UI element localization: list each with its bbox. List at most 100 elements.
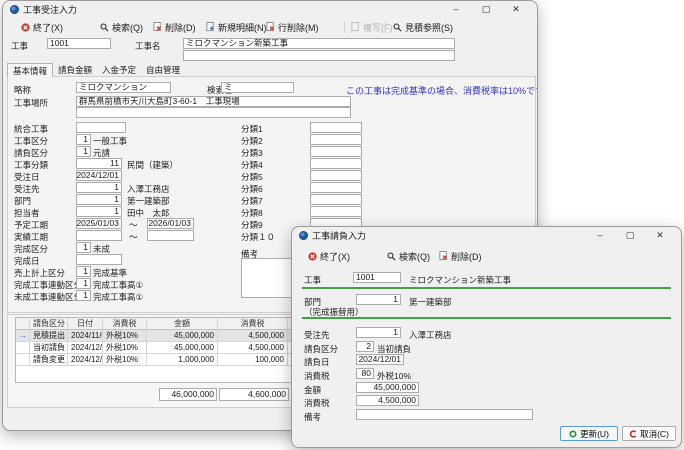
close-icon[interactable]: ✕ — [501, 2, 531, 17]
person-input[interactable]: 1 — [76, 206, 122, 217]
customer-input[interactable]: 1 — [356, 327, 401, 338]
delete-button[interactable]: 削除(D) — [439, 248, 482, 264]
field-label: 売上計上区分 — [14, 268, 66, 278]
category-label: 分類9 — [241, 220, 263, 230]
location-input[interactable]: 群馬県前橋市天川大島町3-60-1 工事現場 — [76, 96, 351, 107]
tab-free-management[interactable]: 自由管理 — [141, 63, 185, 77]
contract-date-input[interactable]: 2024/12/01 — [356, 354, 404, 365]
tab-deposit-schedule[interactable]: 入金予定 — [97, 63, 141, 77]
order-date-input[interactable]: 2024/12/01 — [76, 170, 122, 181]
exit-icon — [21, 22, 30, 32]
field-value-text: 完成工事高① — [93, 292, 144, 302]
field-label: 実績工期 — [14, 232, 49, 242]
completion-date-input[interactable] — [76, 254, 122, 265]
category-2-input[interactable] — [310, 134, 362, 145]
cancel-button[interactable]: 取消(C) — [622, 426, 676, 441]
delete-button[interactable]: 削除(D) — [153, 19, 196, 35]
search-button[interactable]: 検索(Q) — [100, 19, 143, 35]
completed-link-type-input[interactable]: 1 — [76, 278, 91, 289]
project-code-input[interactable]: 1001 — [47, 38, 111, 49]
sales-recording-type-input[interactable]: 1 — [76, 266, 91, 277]
minimize-icon[interactable]: – — [441, 2, 471, 17]
maximize-icon[interactable]: ▢ — [471, 2, 501, 17]
table-cell: 2024/11/01 — [68, 330, 103, 342]
contract-type-input[interactable]: 1 — [76, 146, 91, 157]
field-value-text: 一般工事 — [93, 136, 128, 146]
project-name-input[interactable]: ミロクマンション新築工事 — [183, 38, 455, 49]
estimate-ref-button[interactable]: 見積参照(S) — [393, 19, 453, 35]
category-3-input[interactable] — [310, 146, 362, 157]
search-button[interactable]: 検索(Q) — [387, 248, 430, 264]
remarks-label: 備考 — [304, 412, 322, 422]
update-icon — [569, 429, 577, 438]
desktop: 工事受注入力 – ▢ ✕ 終了(X) 検索(Q) 削除(D) 新規明細(N) 行… — [0, 0, 684, 450]
category-label: 分類8 — [241, 208, 263, 218]
uncompleted-link-type-input[interactable]: 1 — [76, 290, 91, 301]
category-8-input[interactable] — [310, 206, 362, 217]
minimize-icon[interactable]: – — [585, 228, 615, 243]
table-cell: 45,000,000 — [147, 330, 218, 342]
project-class-input[interactable]: 11 — [76, 158, 122, 169]
planned-period-start-input[interactable]: 2025/01/03 — [76, 218, 122, 229]
category-label: 分類１０ — [241, 232, 276, 242]
main-window-controls: – ▢ ✕ — [441, 2, 531, 17]
maximize-icon[interactable]: ▢ — [615, 228, 645, 243]
category-4-input[interactable] — [310, 158, 362, 169]
field-label: 統合工事 — [14, 124, 49, 134]
new-detail-button[interactable]: 新規明細(N) — [206, 19, 267, 35]
category-6-input[interactable] — [310, 182, 362, 193]
tax-notice-text: この工事は完成基準の場合、消費税率は10%です。 — [346, 86, 538, 96]
tilde-text: ～ — [129, 232, 138, 242]
abbr-input[interactable]: ミロクマンション — [76, 82, 171, 93]
category-label: 分類3 — [241, 148, 263, 158]
actual-period-start-input[interactable] — [76, 230, 122, 241]
category-7-input[interactable] — [310, 194, 362, 205]
exit-button[interactable]: 終了(X) — [308, 248, 350, 264]
project-name-text: ミロクマンション新築工事 — [409, 275, 512, 285]
cancel-icon — [629, 429, 637, 438]
field-label: 受注先 — [14, 184, 40, 194]
contract-entry-window: 工事請負入力 – ▢ ✕ 終了(X) 検索(Q) 削除(D) 工事 1001 ミ… — [291, 226, 682, 448]
tab-basic-info[interactable]: 基本情報 — [7, 63, 54, 77]
customer-input[interactable]: 1 — [76, 182, 122, 193]
table-row[interactable]: 請負変更 2024/12/02 外税10% 1,000,000 100,000 — [16, 354, 297, 366]
completion-type-input[interactable]: 1 — [76, 242, 91, 253]
department-input[interactable]: 1 — [356, 294, 401, 305]
close-icon[interactable]: ✕ — [645, 228, 675, 243]
exit-button[interactable]: 終了(X) — [21, 19, 63, 35]
update-button[interactable]: 更新(U) — [560, 426, 618, 441]
project-code-input[interactable]: 1001 — [353, 272, 401, 283]
department-input[interactable]: 1 — [76, 194, 122, 205]
location2-input[interactable] — [76, 107, 351, 118]
row-delete-icon — [266, 22, 275, 32]
field-value-text: 完成工事高① — [93, 280, 144, 290]
project-name2-input[interactable] — [183, 50, 455, 61]
tax-code-text: 外税10% — [377, 371, 412, 381]
actual-period-end-input[interactable] — [147, 230, 194, 241]
planned-period-end-input[interactable]: 2026/01/03 — [147, 218, 194, 229]
contract-type-input[interactable]: 2 — [356, 341, 374, 352]
amount-input[interactable]: 45,000,000 — [356, 382, 419, 393]
tax-code-input[interactable]: 80 — [356, 368, 374, 379]
project-type-input[interactable]: 1 — [76, 134, 91, 145]
column-header: 消費税 — [218, 318, 288, 330]
remarks-input[interactable] — [356, 409, 533, 420]
category-5-input[interactable] — [310, 170, 362, 181]
table-row[interactable]: → 見積提出 2024/11/01 外税10% 45,000,000 4,500… — [16, 330, 297, 342]
integrated-project-input[interactable] — [76, 122, 126, 133]
tab-contract-amount[interactable]: 請負金額 — [53, 63, 97, 77]
table-cell: 2024/12/01 — [68, 342, 103, 354]
row-delete-button[interactable]: 行削除(M) — [266, 19, 319, 35]
column-header: 日付 — [68, 318, 103, 330]
tab-strip: 基本情報 請負金額 入金予定 自由管理 — [7, 63, 185, 77]
remarks-textarea[interactable] — [241, 258, 293, 298]
delete-icon — [439, 251, 448, 261]
field-value-text: 完成基準 — [93, 268, 128, 278]
search-name-input[interactable]: ミ — [221, 82, 294, 93]
tax-code-label: 消費税 — [304, 371, 330, 381]
tax-amount-input[interactable]: 4,500,000 — [356, 395, 419, 406]
table-row[interactable]: 当初請負 2024/12/01 外税10% 45,000,000 4,500,0… — [16, 342, 297, 354]
total-amount-field: 46,000,000 — [159, 388, 217, 401]
column-header: 金額 — [147, 318, 218, 330]
category-1-input[interactable] — [310, 122, 362, 133]
